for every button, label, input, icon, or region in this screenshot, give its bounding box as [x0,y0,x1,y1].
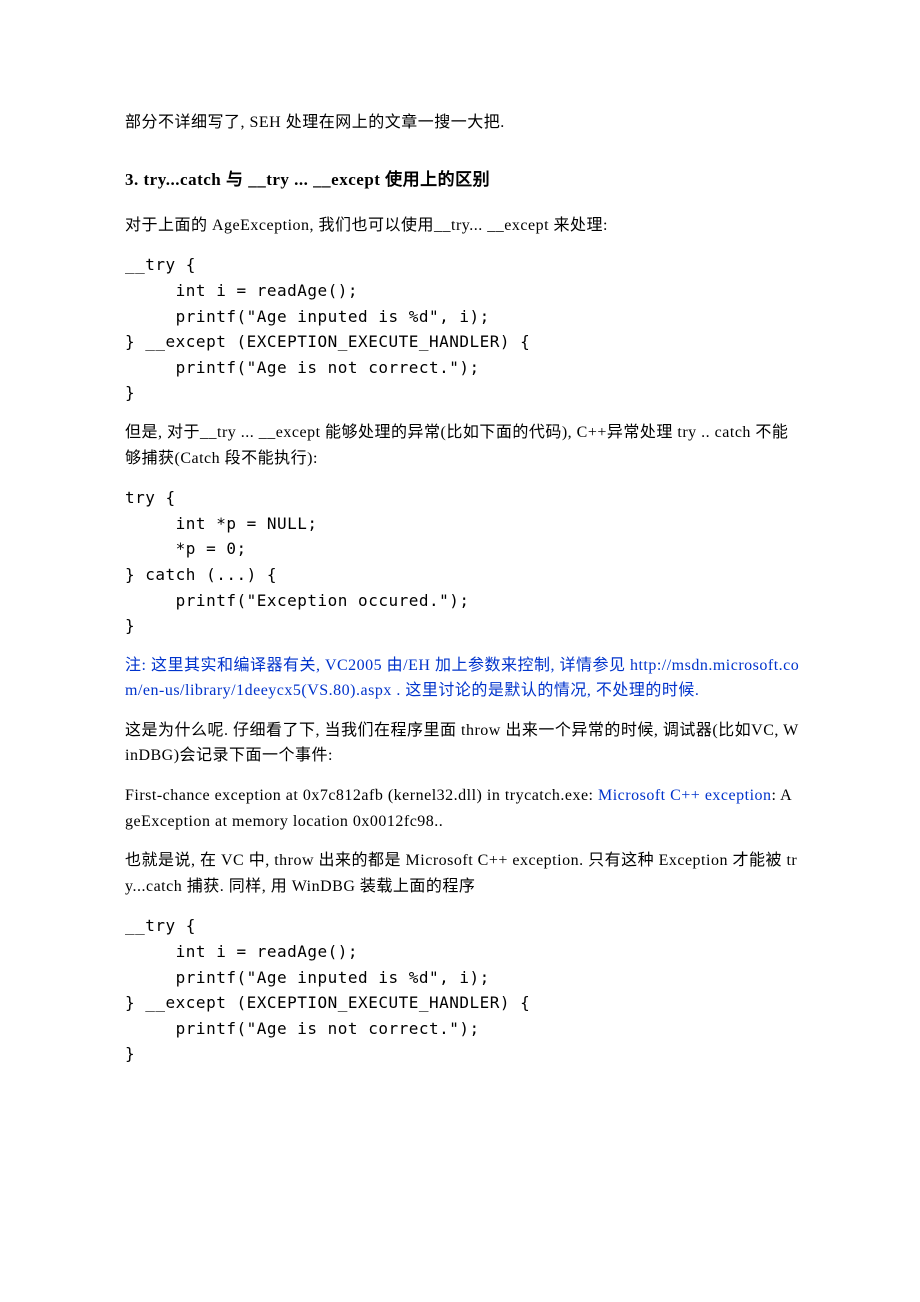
paragraph-why: 这是为什么呢. 仔细看了下, 当我们在程序里面 throw 出来一个异常的时候,… [125,718,800,769]
first-chance-line: First-chance exception at 0x7c812afb (ke… [125,783,800,834]
code-block-1: __try { int i = readAge(); printf("Age i… [125,252,800,406]
section-heading: 3. try...catch 与 __try ... __except 使用上的… [125,166,800,193]
first-chance-prefix: First-chance exception at 0x7c812afb (ke… [125,787,598,804]
code-block-2: try { int *p = NULL; *p = 0; } catch (..… [125,485,800,639]
paragraph-that: 也就是说, 在 VC 中, throw 出来的都是 Microsoft C++ … [125,848,800,899]
document-page: 部分不详细写了, SEH 处理在网上的文章一搜一大把. 3. try...cat… [0,0,920,1302]
paragraph-intro: 部分不详细写了, SEH 处理在网上的文章一搜一大把. [125,110,800,136]
code-block-3: __try { int i = readAge(); printf("Age i… [125,913,800,1067]
ms-cpp-exception-link[interactable]: Microsoft C++ exception [598,787,772,804]
paragraph-age: 对于上面的 AgeException, 我们也可以使用__try... __ex… [125,213,800,239]
paragraph-but: 但是, 对于__try ... __except 能够处理的异常(比如下面的代码… [125,420,800,471]
note-paragraph: 注: 这里其实和编译器有关, VC2005 由/EH 加上参数来控制, 详情参见… [125,653,800,704]
